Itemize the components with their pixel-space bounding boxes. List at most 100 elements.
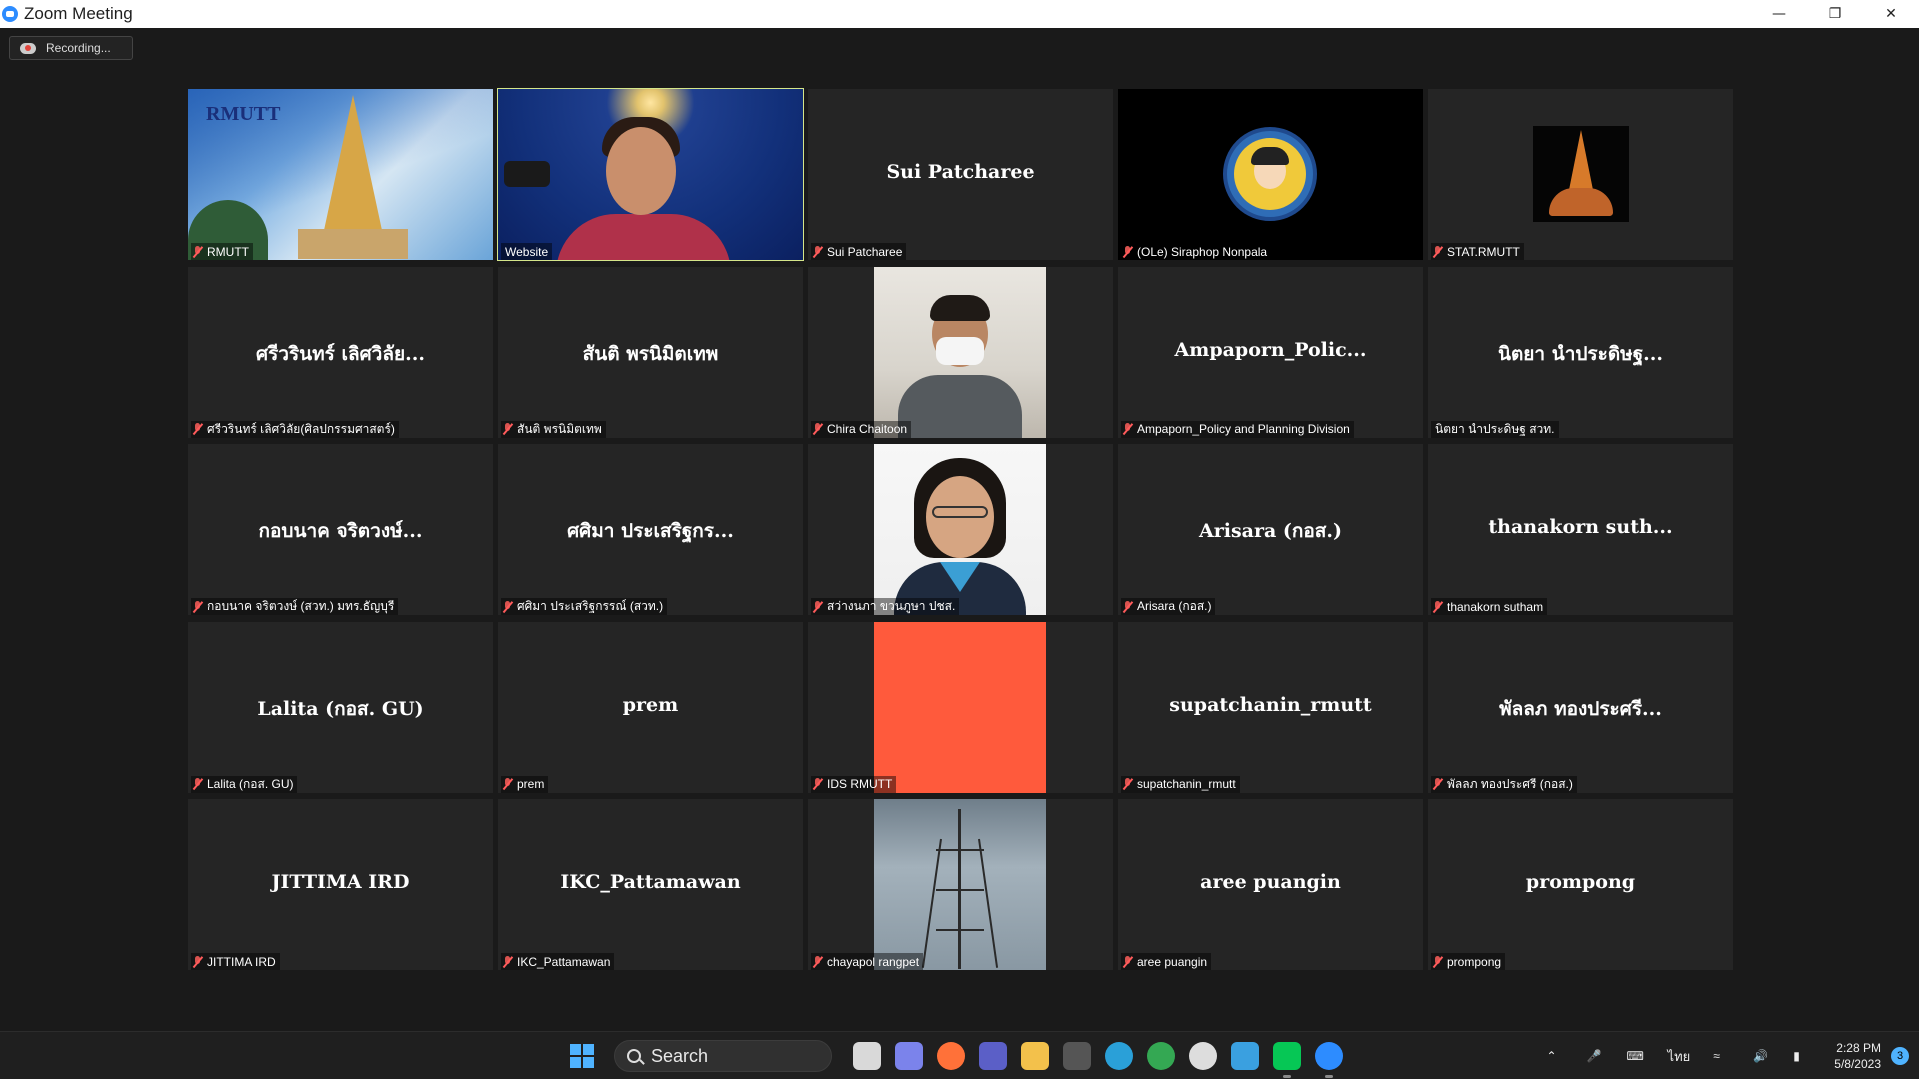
chevron-up-icon[interactable]: ⌃	[1547, 1049, 1565, 1063]
participant-name-label: นิตยา นำประดิษฐ สวท.	[1431, 420, 1559, 438]
participant-tile[interactable]: supatchanin_rmutt supatchanin_rmutt	[1118, 621, 1423, 793]
participant-name-label: prem	[501, 775, 549, 793]
zoom-icon[interactable]	[1315, 1042, 1343, 1078]
participant-name: aree puangin	[1137, 954, 1208, 969]
participant-tile[interactable]: Arisara (กอส.) Arisara (กอส.)	[1118, 444, 1423, 615]
participant-display-name: supatchanin_rmutt	[1169, 693, 1372, 716]
notepad-icon[interactable]	[1231, 1042, 1259, 1070]
participant-name-label: prompong	[1431, 953, 1506, 970]
participant-tile[interactable]: chayapol rangpet	[808, 799, 1113, 970]
profile-photo	[874, 444, 1046, 615]
participant-tile[interactable]: STAT.RMUTT	[1428, 89, 1733, 260]
participant-tile[interactable]: นิตยา นำประดิษฐ... นิตยา นำประดิษฐ สวท.	[1428, 266, 1733, 438]
participant-tile[interactable]: Chira Chaitoon	[808, 266, 1113, 438]
participant-tile[interactable]: ศศิมา ประเสริฐกร... ศศิมา ประเสริฐกรรณ์ (…	[498, 444, 803, 615]
volume-icon[interactable]: 🔊	[1753, 1049, 1771, 1063]
input-language[interactable]: ไทย	[1668, 1046, 1691, 1067]
avatar-image	[1118, 89, 1423, 260]
participant-display-name: prem	[622, 693, 679, 716]
participant-tile[interactable]: Ampaporn_Polic... Ampaporn_Policy and Pla…	[1118, 266, 1423, 438]
participant-tile[interactable]: JITTIMA IRD JITTIMA IRD	[188, 799, 493, 970]
windows-start-icon[interactable]	[570, 1044, 594, 1068]
muted-mic-icon	[193, 600, 202, 613]
participant-tile[interactable]: thanakorn suth... thanakorn sutham	[1428, 444, 1733, 615]
muted-mic-icon	[1433, 778, 1442, 790]
participant-name: Ampaporn_Policy and Planning Division	[1137, 422, 1350, 436]
recording-label: Recording...	[46, 41, 111, 55]
participant-name-label: พัลลภ ทองประศรี (กอส.)	[1431, 775, 1577, 793]
participant-display-name: JITTIMA IRD	[271, 871, 410, 893]
participant-name-label: Sui Patcharee	[811, 243, 907, 260]
participant-name: IKC_Pattamawan	[517, 954, 611, 969]
participant-tile[interactable]: สว่างนภา ขวนภูษา ปชส.	[808, 444, 1113, 615]
microphone-icon[interactable]: 🎤	[1587, 1049, 1605, 1063]
participant-name: STAT.RMUTT	[1447, 244, 1520, 259]
muted-mic-icon	[503, 423, 512, 435]
firefox-icon[interactable]	[937, 1042, 965, 1070]
keyboard-icon[interactable]: ⌨	[1627, 1049, 1645, 1063]
muted-mic-icon	[1433, 955, 1442, 968]
task-view-icon[interactable]	[853, 1042, 881, 1070]
edge-icon[interactable]	[1105, 1042, 1133, 1070]
restore-button[interactable]: ❐	[1807, 0, 1863, 28]
circle-app-icon[interactable]	[1189, 1042, 1217, 1070]
participant-name-label: thanakorn sutham	[1431, 598, 1548, 615]
file-explorer-icon[interactable]	[1021, 1042, 1049, 1070]
participant-tile[interactable]: Sui Patcharee Sui Patcharee	[808, 89, 1113, 260]
participant-name: สันติ พรนิมิตเทพ	[517, 421, 602, 436]
muted-mic-icon	[1123, 423, 1132, 435]
participant-tile[interactable]: สันติ พรนิมิตเทพ สันติ พรนิมิตเทพ	[498, 266, 803, 438]
participant-name-label: (OLe) Siraphop Nonpala	[1121, 243, 1272, 260]
pen-icon[interactable]	[1063, 1042, 1091, 1070]
rmutt-logo-text: RMUTT	[206, 103, 281, 125]
webcam-video	[498, 89, 803, 260]
participant-name: Lalita (กอส. GU)	[207, 776, 294, 791]
close-button[interactable]: ✕	[1863, 0, 1919, 28]
minimize-button[interactable]: —	[1751, 0, 1807, 28]
clock-time: 2:28 PM	[1836, 1041, 1881, 1055]
taskbar-apps: Search	[570, 1032, 1350, 1079]
participant-tile[interactable]: ศรีวรินทร์ เลิศวิลัย... ศรีวรินทร์ เลิศวิ…	[188, 266, 493, 438]
participant-tile[interactable]: กอบนาค จริตวงษ์... กอบนาค จริตวงษ์ (สวท.)…	[188, 444, 493, 615]
muted-mic-icon	[1123, 600, 1132, 613]
notification-badge[interactable]: 3	[1891, 1047, 1909, 1065]
window-titlebar: Zoom Meeting — ❐ ✕	[0, 0, 1919, 28]
participant-name: prompong	[1447, 954, 1502, 969]
participant-tile[interactable]: พัลลภ ทองประศรี... พัลลภ ทองประศรี (กอส.)	[1428, 621, 1733, 793]
muted-mic-icon	[813, 600, 822, 613]
chrome-icon[interactable]	[1147, 1042, 1175, 1070]
muted-mic-icon	[813, 778, 822, 790]
participant-name: IDS RMUTT	[827, 777, 893, 791]
wifi-icon[interactable]: ≈	[1713, 1049, 1731, 1063]
participant-display-name: ศศิมา ประเสริฐกร...	[567, 520, 734, 542]
participant-tile[interactable]: prompong prompong	[1428, 799, 1733, 970]
participant-tile[interactable]: IDS RMUTT	[808, 621, 1113, 793]
cloud-record-icon	[20, 42, 36, 54]
participant-tile[interactable]: prem prem	[498, 621, 803, 793]
participant-name: thanakorn sutham	[1447, 599, 1544, 614]
participant-tile[interactable]: aree puangin aree puangin	[1118, 799, 1423, 970]
participant-name-label: สันติ พรนิมิตเทพ	[501, 420, 606, 438]
participant-tile[interactable]: Lalita (กอส. GU) Lalita (กอส. GU)	[188, 621, 493, 793]
taskbar-search[interactable]: Search	[614, 1040, 832, 1072]
participant-display-name: prompong	[1525, 871, 1636, 893]
chat-icon[interactable]	[895, 1042, 923, 1070]
clock[interactable]: 2:28 PM 5/8/2023	[1834, 1040, 1881, 1072]
participant-name-label: IDS RMUTT	[811, 775, 897, 793]
muted-mic-icon	[193, 778, 202, 790]
teams-icon[interactable]	[979, 1042, 1007, 1070]
recording-indicator[interactable]: Recording...	[9, 36, 133, 60]
participant-tile[interactable]: Website	[497, 88, 804, 261]
participant-tile[interactable]: (OLe) Siraphop Nonpala	[1118, 89, 1423, 260]
battery-icon[interactable]: ▮	[1793, 1049, 1811, 1063]
participant-name: (OLe) Siraphop Nonpala	[1137, 244, 1268, 259]
profile-photo	[874, 799, 1046, 970]
participant-name: Arisara (กอส.)	[1137, 599, 1212, 613]
participant-tile[interactable]: RMUTT RMUTT	[188, 89, 493, 260]
participant-tile[interactable]: IKC_Pattamawan IKC_Pattamawan	[498, 799, 803, 970]
participant-name: supatchanin_rmutt	[1137, 777, 1236, 791]
participant-display-name: Lalita (กอส. GU)	[257, 697, 424, 720]
line-icon[interactable]	[1273, 1042, 1301, 1078]
gallery-grid: RMUTT RMUTT Website Sui Patcharee Sui Patcha…	[188, 88, 1733, 971]
participant-display-name: thanakorn suth...	[1488, 516, 1673, 538]
